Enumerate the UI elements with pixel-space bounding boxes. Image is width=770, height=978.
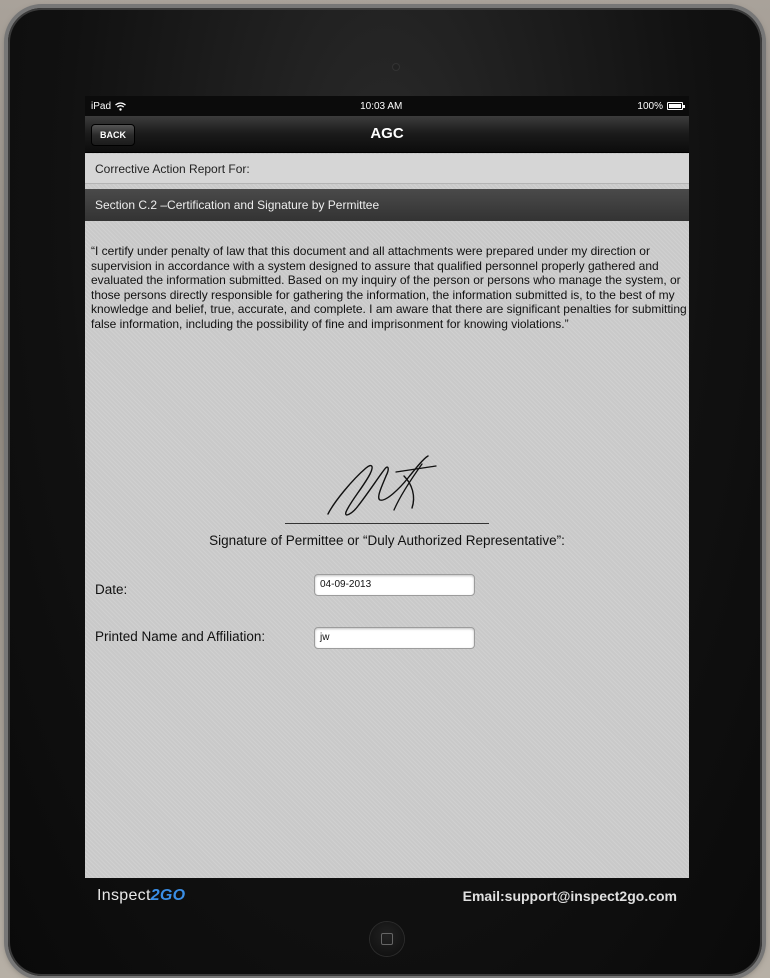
app-screen: iPad 10:03 AM 100% AGC BACK Corrective A… [85,96,689,878]
signature-pad[interactable] [300,448,470,523]
status-time: 10:03 AM [360,100,403,112]
section-header: Section C.2 –Certification and Signature… [85,189,689,221]
home-square-icon [381,933,393,945]
home-button[interactable] [370,922,404,956]
battery-percent: 100% [637,100,663,112]
battery-icon [666,102,685,110]
status-left: iPad [91,100,126,112]
printed-name-field[interactable]: jw [314,627,475,649]
brand-accent: 2GO [150,887,186,904]
status-bar: iPad 10:03 AM 100% [85,96,689,116]
wifi-icon [115,102,126,111]
front-camera [393,64,399,70]
nav-bar: AGC BACK [85,116,689,153]
device-name: iPad [91,100,112,112]
date-field[interactable]: 04-09-2013 [314,574,475,596]
signature-drawing [327,455,437,516]
page-title: AGC [370,125,404,142]
brand-prefix: Inspect [97,887,151,904]
back-button[interactable]: BACK [91,124,135,146]
printed-name-label: Printed Name and Affiliation: [95,629,266,644]
brand-logo: Inspect2GO [97,887,185,905]
report-for-label: Corrective Action Report For: [85,154,689,184]
support-email[interactable]: Email:support@inspect2go.com [463,888,677,904]
certification-statement: “I certify under penalty of law that thi… [91,244,687,331]
signature-label: Signature of Permittee or “Duly Authoriz… [209,533,565,548]
status-right: 100% [637,100,685,112]
footer-bar: Inspect2GO Email:support@inspect2go.com [85,878,689,914]
date-label: Date: [95,582,128,597]
signature-line [285,523,489,524]
